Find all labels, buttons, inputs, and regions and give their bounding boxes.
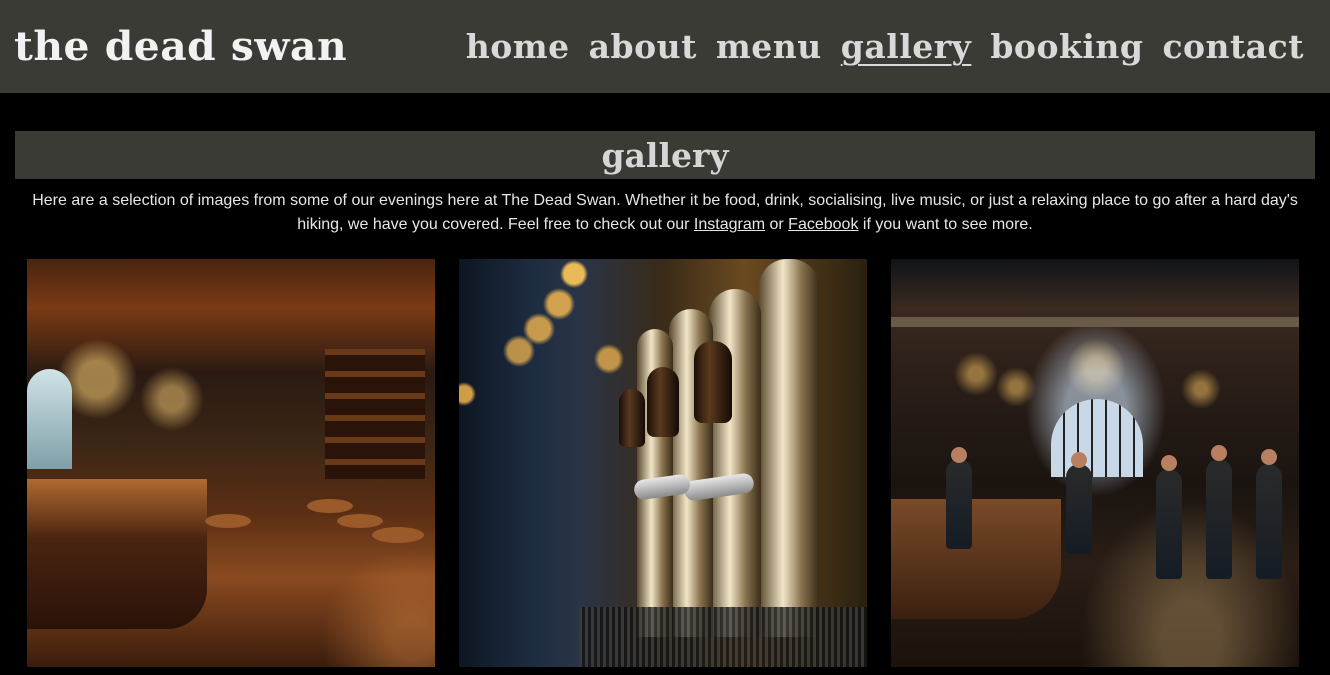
photo-gallery [27,259,1299,667]
photo-stool [205,514,251,528]
gallery-photo-live-music[interactable] [891,259,1299,667]
facebook-link[interactable]: Facebook [788,216,858,233]
photo-bar-counter [27,479,207,629]
intro-text-or: or [765,216,789,233]
photo-person-head [1071,452,1087,468]
nav-contact[interactable]: contact [1162,27,1304,66]
nav-gallery[interactable]: gallery [841,27,972,66]
photo-bottle-shelf [325,349,425,479]
intro-text: Here are a selection of images from some… [18,189,1312,237]
main-nav: home about menu gallery booking contact [466,27,1304,66]
gallery-photo-beer-taps[interactable] [459,259,867,667]
photo-person-head [1261,449,1277,465]
nav-menu[interactable]: menu [716,27,822,66]
nav-home[interactable]: home [466,27,570,66]
instagram-link[interactable]: Instagram [694,216,765,233]
photo-stool [372,527,424,543]
intro-text-start: Here are a selection of images from some… [32,192,1298,233]
photo-person-head [1211,445,1227,461]
photo-window [27,369,72,469]
site-header: the dead swan home about menu gallery bo… [0,0,1330,93]
photo-person [1156,469,1182,579]
photo-tap-handle [619,389,645,447]
photo-tap-pipe [759,259,819,637]
photo-person [1256,464,1282,579]
page-title: gallery [601,135,729,175]
photo-ceiling-beam [891,317,1299,327]
photo-drip-tray [579,607,867,667]
photo-person-head [1161,455,1177,471]
nav-booking[interactable]: booking [990,27,1143,66]
page-title-bar: gallery [15,131,1315,179]
photo-stool [337,514,383,528]
site-logo[interactable]: the dead swan [14,23,347,70]
photo-person [946,459,972,549]
photo-tap-handle [647,367,679,437]
photo-bar-counter [891,499,1061,619]
photo-person-head [951,447,967,463]
nav-about[interactable]: about [589,27,697,66]
gallery-photo-tavern-interior[interactable] [27,259,435,667]
photo-person [1206,459,1232,579]
photo-tap-handle [694,341,732,423]
photo-window [1051,399,1143,477]
photo-stool [307,499,353,513]
photo-person [1066,464,1092,554]
intro-text-end: if you want to see more. [858,216,1033,233]
